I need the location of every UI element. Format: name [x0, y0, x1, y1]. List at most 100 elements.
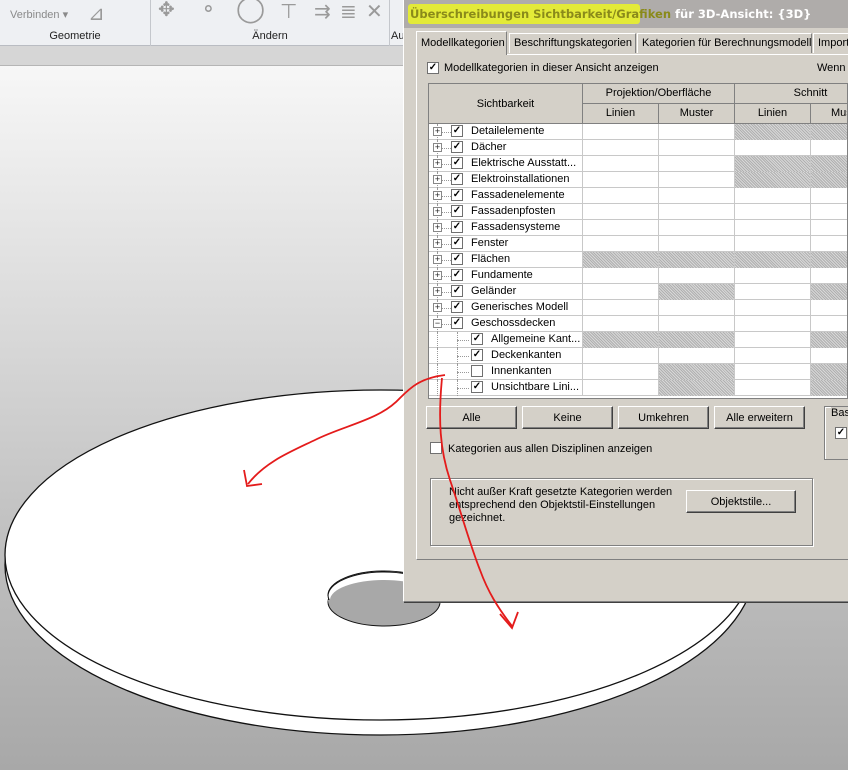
- section-lines-cell[interactable]: [735, 124, 811, 140]
- section-pattern-cell[interactable]: [811, 236, 847, 252]
- col-header-section-pattern[interactable]: Mus: [811, 104, 847, 124]
- visibility-checkbox[interactable]: ✓: [451, 157, 463, 169]
- projection-pattern-cell[interactable]: [659, 332, 735, 348]
- table-row[interactable]: + ✓ Fenster: [429, 236, 847, 252]
- tab-imported-categories[interactable]: Import: [813, 33, 848, 53]
- projection-lines-cell[interactable]: [583, 348, 659, 364]
- table-row[interactable]: + ✓ Geländer: [429, 284, 847, 300]
- projection-lines-cell[interactable]: [583, 188, 659, 204]
- visibility-checkbox[interactable]: ✓: [471, 333, 483, 345]
- visibility-checkbox[interactable]: ✓: [451, 285, 463, 297]
- projection-lines-cell[interactable]: [583, 220, 659, 236]
- projection-lines-cell[interactable]: [583, 300, 659, 316]
- projection-pattern-cell[interactable]: [659, 380, 735, 396]
- expand-all-button[interactable]: Alle erweitern: [714, 406, 805, 429]
- section-lines-cell[interactable]: [735, 300, 811, 316]
- table-row[interactable]: + ✓ Fassadenelemente: [429, 188, 847, 204]
- projection-pattern-cell[interactable]: [659, 124, 735, 140]
- visibility-checkbox[interactable]: ✓: [451, 141, 463, 153]
- section-lines-cell[interactable]: [735, 140, 811, 156]
- projection-lines-cell[interactable]: [583, 364, 659, 380]
- section-pattern-cell[interactable]: [811, 124, 847, 140]
- projection-pattern-cell[interactable]: [659, 284, 735, 300]
- projection-pattern-cell[interactable]: [659, 300, 735, 316]
- move-icon[interactable]: ✥: [158, 0, 175, 20]
- projection-pattern-cell[interactable]: [659, 268, 735, 284]
- projection-pattern-cell[interactable]: [659, 220, 735, 236]
- section-pattern-cell[interactable]: [811, 348, 847, 364]
- expand-icon[interactable]: +: [433, 191, 442, 200]
- projection-lines-cell[interactable]: [583, 156, 659, 172]
- table-row[interactable]: + ✓ Fassadenpfosten: [429, 204, 847, 220]
- section-lines-cell[interactable]: [735, 332, 811, 348]
- section-pattern-cell[interactable]: [811, 316, 847, 332]
- table-row[interactable]: ✓ Deckenkanten: [429, 348, 847, 364]
- table-row[interactable]: + ✓ Fundamente: [429, 268, 847, 284]
- section-lines-cell[interactable]: [735, 316, 811, 332]
- projection-pattern-cell[interactable]: [659, 316, 735, 332]
- section-lines-cell[interactable]: [735, 252, 811, 268]
- projection-lines-cell[interactable]: [583, 252, 659, 268]
- show-model-categories-checkbox[interactable]: ✓: [427, 62, 439, 74]
- table-row[interactable]: − ✓ Geschossdecken: [429, 316, 847, 332]
- section-pattern-cell[interactable]: [811, 220, 847, 236]
- visibility-checkbox[interactable]: ✓: [451, 205, 463, 217]
- section-lines-cell[interactable]: [735, 172, 811, 188]
- dialog-titlebar[interactable]: Überschreibungen Sichtbarkeit/Grafiken f…: [404, 0, 848, 28]
- projection-lines-cell[interactable]: [583, 140, 659, 156]
- projection-lines-cell[interactable]: [583, 124, 659, 140]
- copy-icon[interactable]: ⚬: [200, 0, 217, 20]
- expand-icon[interactable]: +: [433, 255, 442, 264]
- projection-pattern-cell[interactable]: [659, 172, 735, 188]
- col-header-projection-lines[interactable]: Linien: [583, 104, 659, 124]
- expand-icon[interactable]: +: [433, 223, 442, 232]
- section-pattern-cell[interactable]: [811, 188, 847, 204]
- section-pattern-cell[interactable]: [811, 380, 847, 396]
- select-all-button[interactable]: Alle: [426, 406, 517, 429]
- tab-analytical-categories[interactable]: Kategorien für Berechnungsmodell: [637, 33, 812, 53]
- collapse-icon[interactable]: −: [433, 319, 442, 328]
- section-lines-cell[interactable]: [735, 156, 811, 172]
- section-lines-cell[interactable]: [735, 220, 811, 236]
- visibility-checkbox[interactable]: ✓: [451, 317, 463, 329]
- table-row[interactable]: + ✓ Elektroinstallationen: [429, 172, 847, 188]
- section-pattern-cell[interactable]: [811, 204, 847, 220]
- projection-pattern-cell[interactable]: [659, 204, 735, 220]
- visibility-checkbox[interactable]: ✓: [451, 301, 463, 313]
- rotate-icon[interactable]: ◯: [236, 0, 265, 21]
- expand-icon[interactable]: +: [433, 175, 442, 184]
- projection-lines-cell[interactable]: [583, 268, 659, 284]
- projection-lines-cell[interactable]: [583, 332, 659, 348]
- section-lines-cell[interactable]: [735, 348, 811, 364]
- delete-icon[interactable]: ✕: [366, 2, 383, 22]
- section-lines-cell[interactable]: [735, 380, 811, 396]
- table-row[interactable]: ✓ Unsichtbare Lini...: [429, 380, 847, 396]
- expand-icon[interactable]: +: [433, 239, 442, 248]
- expand-icon[interactable]: +: [433, 143, 442, 152]
- visibility-checkbox[interactable]: ✓: [451, 253, 463, 265]
- projection-pattern-cell[interactable]: [659, 252, 735, 268]
- expand-icon[interactable]: +: [433, 303, 442, 312]
- projection-pattern-cell[interactable]: [659, 188, 735, 204]
- invert-button[interactable]: Umkehren: [618, 406, 709, 429]
- object-styles-button[interactable]: Objektstile...: [686, 490, 796, 513]
- visibility-checkbox[interactable]: ✓: [451, 125, 463, 137]
- expand-icon[interactable]: +: [433, 159, 442, 168]
- table-row[interactable]: + ✓ Generisches Modell: [429, 300, 847, 316]
- col-header-section-lines[interactable]: Linien: [735, 104, 811, 124]
- section-pattern-cell[interactable]: [811, 252, 847, 268]
- table-row[interactable]: + ✓ Detailelemente: [429, 124, 847, 140]
- col-header-visibility[interactable]: Sichtbarkeit: [429, 84, 583, 124]
- visibility-checkbox[interactable]: ✓: [451, 221, 463, 233]
- projection-lines-cell[interactable]: [583, 204, 659, 220]
- expand-icon[interactable]: +: [433, 271, 442, 280]
- expand-icon[interactable]: +: [433, 287, 442, 296]
- visibility-checkbox[interactable]: ✓: [471, 381, 483, 393]
- visibility-checkbox[interactable]: ✓: [471, 349, 483, 361]
- section-lines-cell[interactable]: [735, 364, 811, 380]
- section-pattern-cell[interactable]: [811, 156, 847, 172]
- section-pattern-cell[interactable]: [811, 332, 847, 348]
- projection-lines-cell[interactable]: [583, 236, 659, 252]
- visibility-checkbox[interactable]: ✓: [451, 173, 463, 185]
- visibility-checkbox[interactable]: ✓: [451, 237, 463, 249]
